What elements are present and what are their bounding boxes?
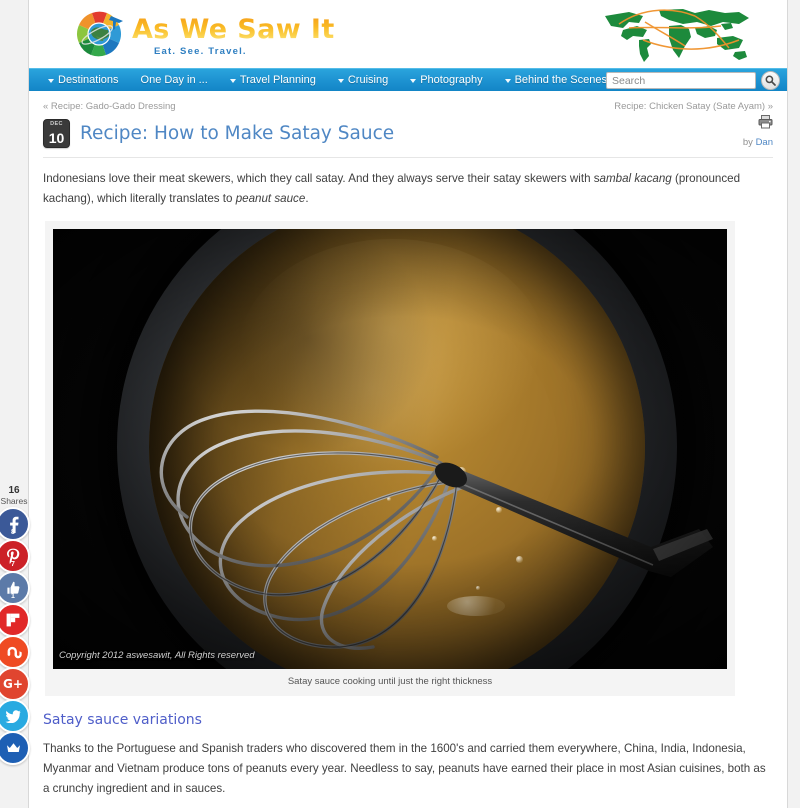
share-total-count: 16: [8, 485, 20, 496]
share-button-facebook[interactable]: 8: [0, 507, 30, 541]
figure-caption: Satay sauce cooking until just the right…: [287, 676, 493, 687]
post-byline: by Dan: [743, 137, 773, 148]
share-button-crown[interactable]: [0, 731, 30, 765]
post-meta: by Dan: [743, 114, 773, 148]
nav-item-destinations[interactable]: Destinations: [37, 74, 130, 86]
whisk-utensil: [159, 409, 713, 650]
printer-icon[interactable]: [743, 114, 773, 132]
intro-paragraph: Indonesians love their meat skewers, whi…: [43, 169, 773, 209]
nav-item-photography[interactable]: Photography: [399, 74, 493, 86]
calendar-day: 10: [48, 129, 65, 146]
twitter-icon: [5, 709, 21, 723]
author-link[interactable]: Dan: [756, 137, 773, 148]
byline-prefix: by: [742, 137, 756, 148]
satay-sauce-photo: Copyright 2012 aswesawit, All Rights res…: [53, 229, 727, 669]
search-input[interactable]: [606, 72, 756, 89]
nav-label: Behind the Scenes: [514, 74, 607, 86]
breadcrumb-next-link[interactable]: Recipe: Chicken Satay (Sate Ayam) »: [614, 101, 773, 112]
nav-item-cruising[interactable]: Cruising: [327, 74, 399, 86]
page-background: As We Saw It Eat. See. Travel. Destinati…: [0, 0, 800, 808]
post-header: DEC 10 Recipe: How to Make Satay Sauce b…: [43, 114, 773, 148]
breadcrumb-prev-link[interactable]: « Recipe: Gado-Gado Dressing: [43, 101, 176, 112]
calendar-icon: DEC 10: [43, 119, 70, 148]
search-icon: [765, 75, 776, 86]
section-heading-satay-sauce-variations[interactable]: Satay sauce variations: [43, 712, 773, 728]
pinterest-share-count: 7: [11, 561, 15, 568]
chevron-down-icon: [504, 79, 511, 83]
intro-text-3: .: [305, 192, 309, 205]
calendar-month: DEC: [50, 121, 63, 127]
search-form: [606, 71, 780, 90]
nav-item-behind-the-scenes[interactable]: Behind the Scenes: [494, 74, 618, 86]
site-logo[interactable]: As We Saw It Eat. See. Travel.: [72, 7, 335, 61]
intro-emphasis-2: peanut sauce: [235, 192, 306, 205]
site-container: As We Saw It Eat. See. Travel. Destinati…: [28, 0, 788, 808]
world-map-graphic: [599, 6, 759, 64]
chevron-down-icon: [337, 79, 344, 83]
camera-shutter-globe-airplane-logo-icon: [72, 7, 126, 61]
main-navigation: Destinations One Day in ... Travel Plann…: [29, 68, 787, 91]
social-share-rail: 16 Shares 8 7 1 G+: [0, 485, 30, 765]
divider: [43, 157, 773, 158]
crown-icon: [6, 743, 20, 752]
facebook-share-count: 8: [11, 529, 15, 536]
nav-item-one-day-in[interactable]: One Day in ...: [130, 74, 219, 86]
share-total-label: Shares: [0, 496, 28, 506]
nav-label: Photography: [420, 74, 483, 86]
logo-tagline: Eat. See. Travel.: [154, 45, 247, 57]
nav-label: Destinations: [58, 74, 119, 86]
flipboard-icon: [6, 613, 20, 627]
share-button-google-plus[interactable]: G+: [0, 667, 30, 701]
nav-label: One Day in ...: [140, 74, 208, 86]
copyright-overlay: Copyright 2012 aswesawit, All Rights res…: [59, 650, 255, 661]
google-plus-glyph: G+: [3, 677, 23, 691]
chevron-down-icon: [48, 79, 54, 83]
breadcrumb: « Recipe: Gado-Gado Dressing Recipe: Chi…: [43, 91, 773, 114]
chevron-down-icon: [229, 79, 236, 83]
share-button-stumbleupon[interactable]: [0, 635, 30, 669]
intro-text-1: Indonesians love their meat skewers, whi…: [43, 172, 600, 185]
intro-emphasis-1: ambal kacang: [599, 172, 672, 185]
search-button[interactable]: [761, 71, 780, 90]
share-button-flipboard[interactable]: [0, 603, 30, 637]
chevron-down-icon: [410, 79, 417, 83]
page-title[interactable]: Recipe: How to Make Satay Sauce: [80, 123, 394, 144]
share-button-twitter[interactable]: [0, 699, 30, 733]
stumbleupon-icon: [7, 646, 22, 658]
site-header: As We Saw It Eat. See. Travel.: [29, 0, 787, 68]
logo-title: As We Saw It: [132, 13, 335, 45]
nav-label: Cruising: [347, 74, 389, 86]
content-area: « Recipe: Gado-Gado Dressing Recipe: Chi…: [29, 91, 787, 808]
share-button-facebook-like[interactable]: 1: [0, 571, 30, 605]
nav-label: Travel Planning: [239, 74, 316, 86]
share-button-pinterest[interactable]: 7: [0, 539, 30, 573]
body-paragraph-1: Thanks to the Portuguese and Spanish tra…: [43, 742, 766, 795]
nav-item-travel-planning[interactable]: Travel Planning: [219, 74, 327, 86]
like-share-count: 1: [11, 593, 15, 600]
post-figure: Copyright 2012 aswesawit, All Rights res…: [45, 221, 735, 696]
